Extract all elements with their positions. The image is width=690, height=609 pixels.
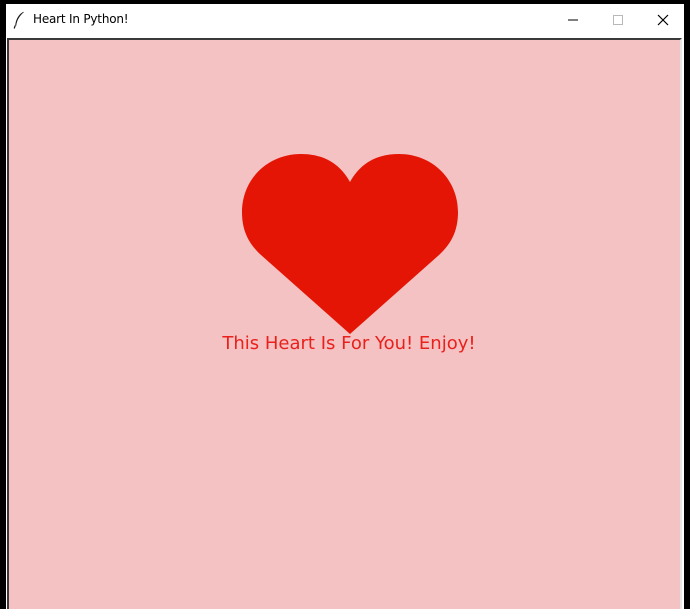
close-button[interactable] — [640, 4, 685, 36]
maximize-icon — [613, 15, 623, 25]
minimize-icon — [568, 19, 578, 21]
title-bar[interactable]: Heart In Python! — [6, 4, 684, 36]
heart-shape — [242, 154, 458, 334]
heart-caption: This Heart Is For You! Enjoy! — [222, 333, 476, 354]
close-icon — [657, 14, 669, 26]
maximize-button[interactable] — [595, 4, 640, 36]
minimize-button[interactable] — [550, 4, 595, 36]
window-title: Heart In Python! — [33, 12, 129, 26]
app-window: Heart In Python! This Heart Is For You! … — [6, 4, 684, 609]
feather-icon — [13, 11, 25, 29]
turtle-canvas[interactable]: This Heart Is For You! Enjoy! — [7, 38, 682, 609]
